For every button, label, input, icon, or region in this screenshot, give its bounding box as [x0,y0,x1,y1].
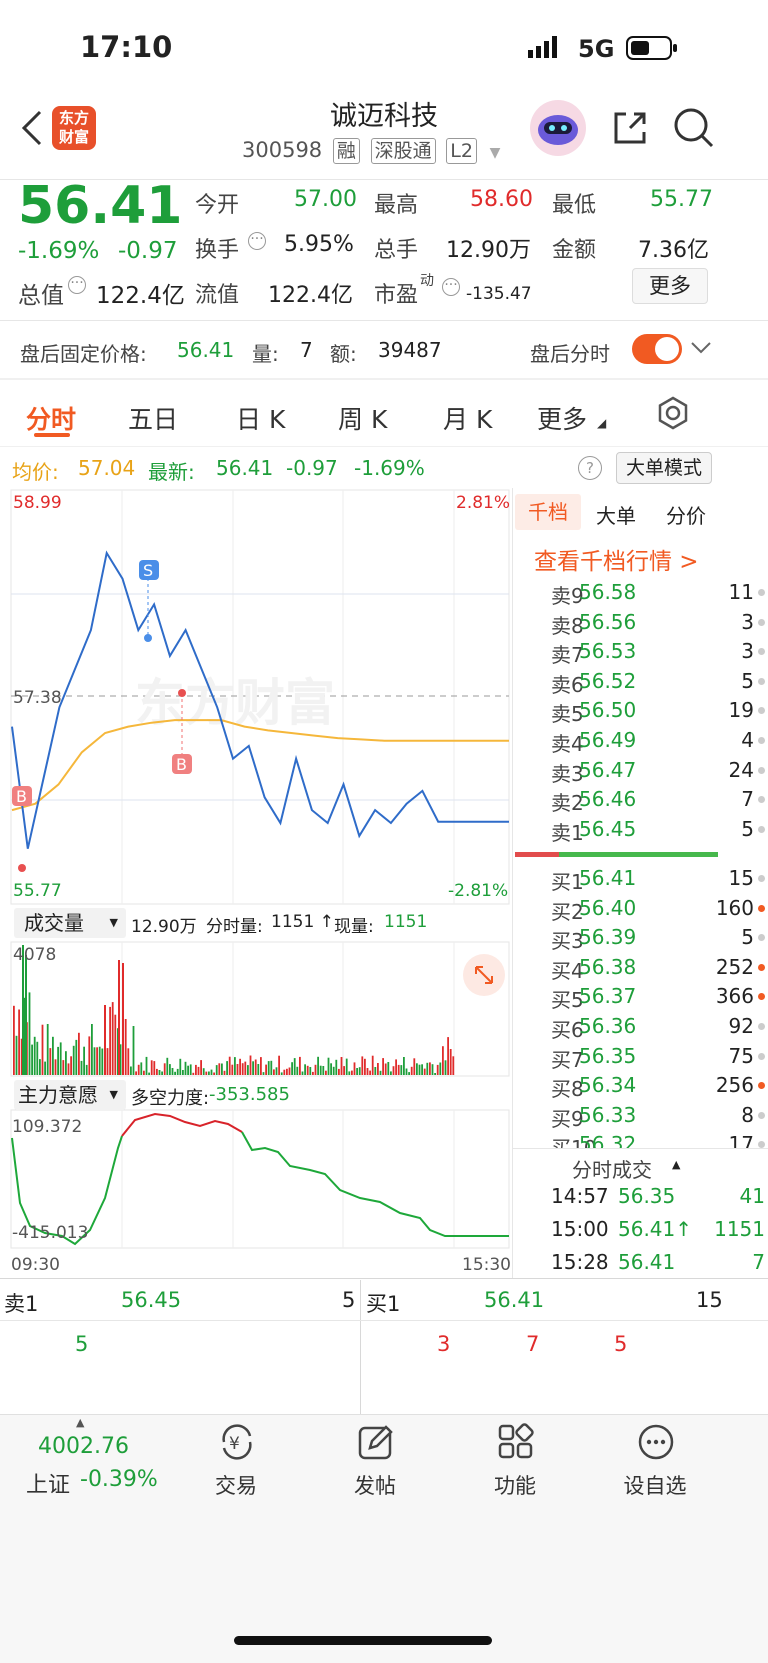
bid-row-volume: 15 [728,866,754,890]
bid-row-price: 56.41 [579,866,637,890]
index-pct: -0.39% [80,1467,158,1492]
bid-row-price: 56.40 [579,895,637,920]
bid-row-volume: 92 [728,1014,754,1038]
l1-ask-price: 56.45 [121,1288,182,1312]
bid-row-price: 56.36 [579,1014,637,1038]
tick-price: 56.41↑ [618,1217,693,1241]
order-dot-icon [758,993,765,1001]
bid-row-volume: 160 [715,895,754,920]
bid-queue-item: 5 [614,1332,628,1356]
bid-row[interactable]: 买1056.3217 [548,1130,768,1148]
nav-functions-label: 功能 [494,1474,536,1498]
order-dot-icon [758,1052,765,1060]
bid-row-price: 56.38 [579,954,637,979]
bid-queue-item: 7 [526,1332,540,1356]
time-end: 15:30 [462,1255,511,1275]
l1-bid-vol: 15 [696,1288,723,1312]
edit-icon [356,1422,396,1466]
tick-vol: 7 [752,1250,765,1274]
order-dot-icon [758,963,765,971]
bid-row-price: 56.37 [579,984,637,1009]
bid-row-price: 56.33 [579,1102,637,1127]
l1-ask-label: 卖1 [4,1292,39,1316]
bid-row[interactable]: 买2 56.40 160 [548,894,768,925]
bid-row-volume: 8 [741,1102,754,1127]
grid-icon [496,1422,536,1466]
tick-row: 15:28 56.41 7 [548,1248,768,1279]
l1-ask-vol: 5 [342,1288,356,1312]
tick-vol: 1151 [714,1217,765,1241]
caret-up-icon: ▲ [672,1158,681,1171]
bid-row-volume: 75 [728,1043,754,1068]
tick-time: 14:57 [551,1184,609,1208]
bid-row-price: 56.34 [579,1073,637,1098]
bid-row[interactable]: 买6 56.36 92 [548,1012,768,1043]
nav-trade-label: 交易 [215,1474,257,1498]
bid-row-price: 56.32 [579,1132,637,1148]
caret-up-icon: ▲ [76,1416,85,1429]
order-dot-icon [758,1111,765,1119]
bid-row[interactable]: 买4 56.38 252 [548,953,768,984]
nav-watchlist-label: 设自选 [623,1474,687,1498]
tick-time: 15:28 [551,1250,609,1274]
bid-row[interactable]: 买1 56.41 15 [548,864,768,895]
l1-bid-price: 56.41 [484,1288,545,1312]
tick-price: 56.35 [618,1184,676,1208]
bid-row-volume: 17 [728,1132,754,1148]
tick-time: 15:00 [551,1217,609,1241]
svg-text:¥: ¥ [229,1434,240,1454]
bid-row[interactable]: 买7 56.35 75 [548,1042,768,1073]
bid-row[interactable]: 买5 56.37 366 [548,982,768,1013]
bid-row[interactable]: 买8 56.34 256 [548,1071,768,1102]
force-bottom: -415.013 [12,1223,88,1243]
l1-bid-label: 买1 [366,1292,401,1316]
order-dot-icon [758,1141,765,1148]
order-dot-icon [758,875,765,882]
ticks-header[interactable]: 分时成交 [572,1154,652,1183]
yuan-refresh-icon: ¥ [216,1422,258,1466]
nav-post-label: 发帖 [354,1474,396,1498]
bid-row-volume: 256 [715,1073,754,1098]
index-name: 上证 [26,1473,71,1498]
bid-row[interactable]: 买3 56.39 5 [548,923,768,954]
more-circle-icon [636,1422,676,1466]
time-start: 09:30 [11,1255,60,1275]
bid-row-price: 56.35 [579,1043,637,1068]
order-dot-icon [758,1082,765,1090]
order-dot-icon [758,934,765,942]
bid-row-volume: 5 [741,925,754,950]
bid-queue-item: 3 [437,1332,451,1356]
tick-row: 15:00 56.41↑ 1151 [548,1215,768,1246]
index-value: 4002.76 [38,1434,129,1459]
bid-row-volume: 366 [715,984,754,1009]
tick-row: 14:57 56.35 41 [548,1182,768,1213]
tick-price: 56.41 [618,1250,676,1274]
ask-queue-item: 5 [75,1332,89,1356]
order-dot-icon [758,1023,765,1030]
bid-row-volume: 252 [715,954,754,979]
bid-row-price: 56.39 [579,925,637,950]
tick-vol: 41 [739,1184,765,1208]
bid-row[interactable]: 买9 56.33 8 [548,1101,768,1132]
order-dot-icon [758,904,765,912]
home-indicator [234,1636,492,1645]
